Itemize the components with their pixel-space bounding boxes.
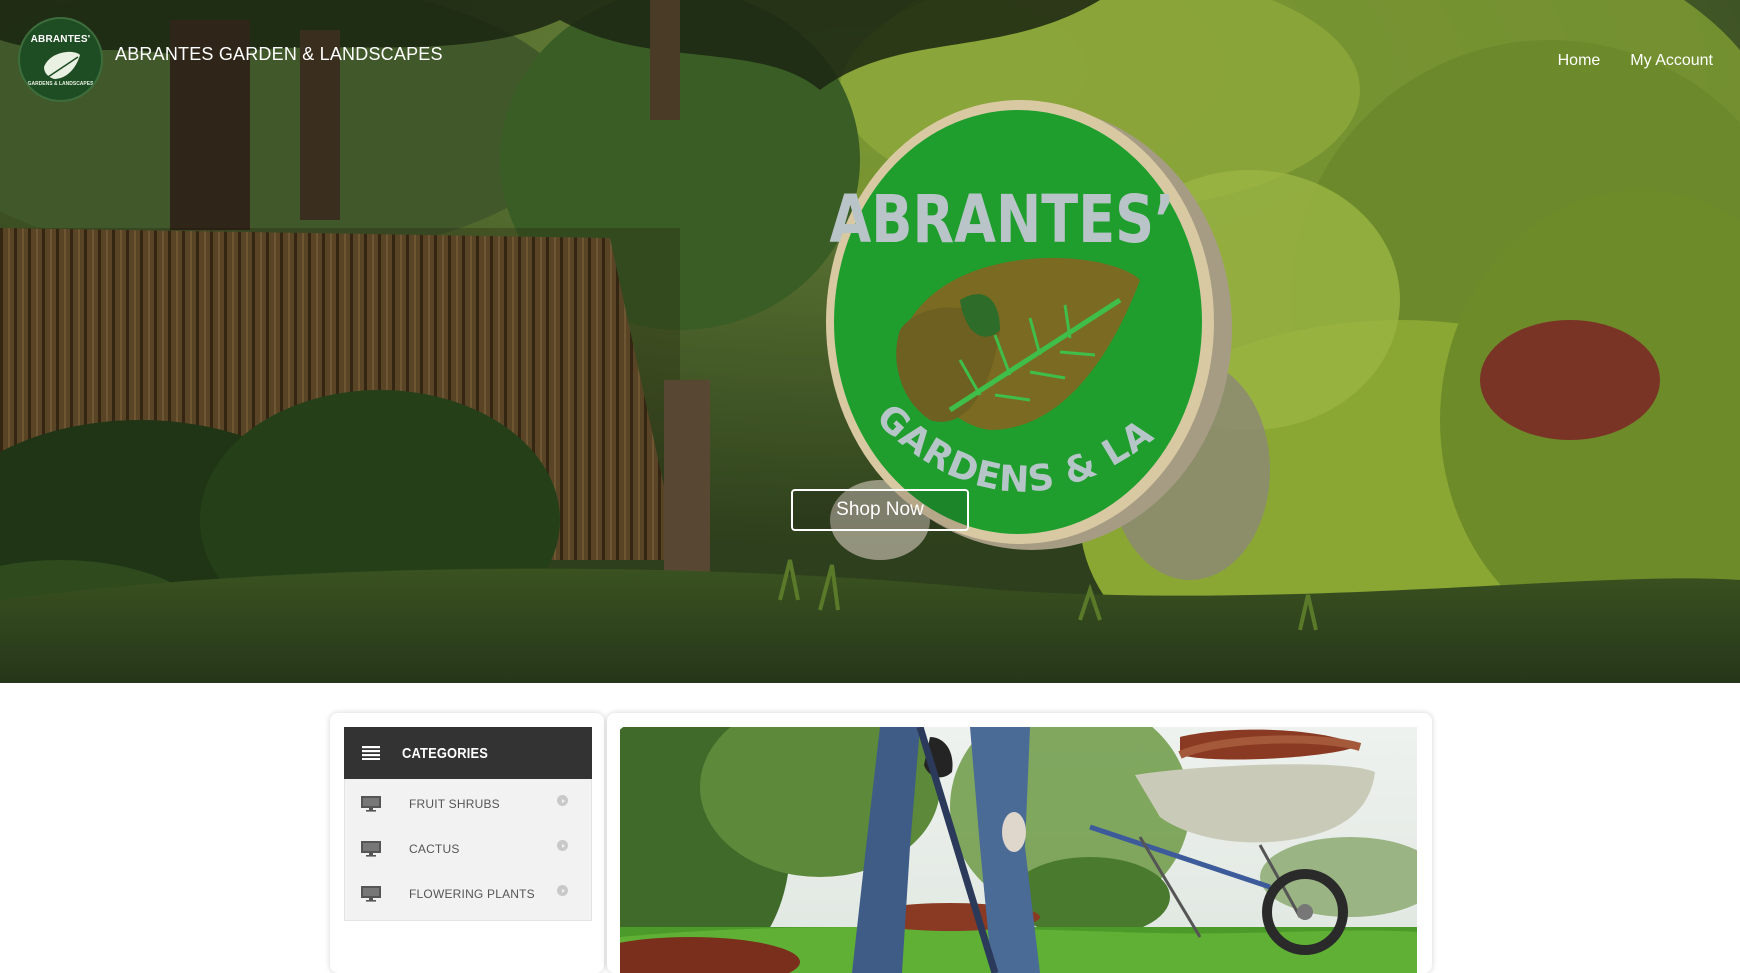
categories-header: CATEGORIES <box>344 727 592 779</box>
logo-text: ABRANTES' <box>30 34 91 45</box>
category-label: CACTUS <box>409 841 460 856</box>
gardener-wheelbarrow-photo <box>620 727 1417 973</box>
category-item-cactus[interactable]: CACTUS <box>345 826 591 871</box>
shop-now-button[interactable]: Shop Now <box>791 489 969 531</box>
garden-sign-photo: ABRANTES’ GARDENS & LANDSCAPES <box>0 0 1740 683</box>
brand-name[interactable]: ABRANTES GARDEN & LANDSCAPES <box>115 44 443 65</box>
logo-subtext: GARDENS & LANDSCAPES <box>27 81 94 87</box>
category-item-flowering-plants[interactable]: FLOWERING PLANTS <box>345 871 591 916</box>
chevron-right-icon <box>557 795 568 806</box>
main-nav: Home My Account <box>1558 52 1713 70</box>
brand[interactable]: ABRANTES' GARDENS & LANDSCAPES ABRANTES … <box>18 17 443 102</box>
menu-icon <box>362 746 380 760</box>
chevron-right-icon <box>557 885 568 896</box>
monitor-icon <box>361 840 381 857</box>
leaf-icon <box>44 51 80 79</box>
chevron-right-icon <box>557 840 568 851</box>
categories-panel: CATEGORIES FRUIT SHRUBS CACTUS FLOWERING… <box>330 713 604 973</box>
hero-banner: ABRANTES’ GARDENS & LANDSCAPES ABRANTES'… <box>0 0 1740 683</box>
sign-title: ABRANTES’ <box>829 182 1174 259</box>
brand-logo[interactable]: ABRANTES' GARDENS & LANDSCAPES <box>18 17 103 102</box>
categories-box: CATEGORIES FRUIT SHRUBS CACTUS FLOWERING… <box>344 727 592 921</box>
monitor-icon <box>361 885 381 902</box>
monitor-icon <box>361 795 381 812</box>
categories-list: FRUIT SHRUBS CACTUS FLOWERING PLANTS <box>344 779 592 921</box>
categories-title: CATEGORIES <box>402 744 489 762</box>
nav-my-account-link[interactable]: My Account <box>1630 52 1713 70</box>
promo-panel <box>607 713 1432 973</box>
nav-home-link[interactable]: Home <box>1558 52 1601 70</box>
category-label: FLOWERING PLANTS <box>409 886 535 901</box>
category-item-fruit-shrubs[interactable]: FRUIT SHRUBS <box>345 781 591 826</box>
category-label: FRUIT SHRUBS <box>409 796 500 811</box>
promo-banner-image[interactable] <box>620 727 1417 973</box>
